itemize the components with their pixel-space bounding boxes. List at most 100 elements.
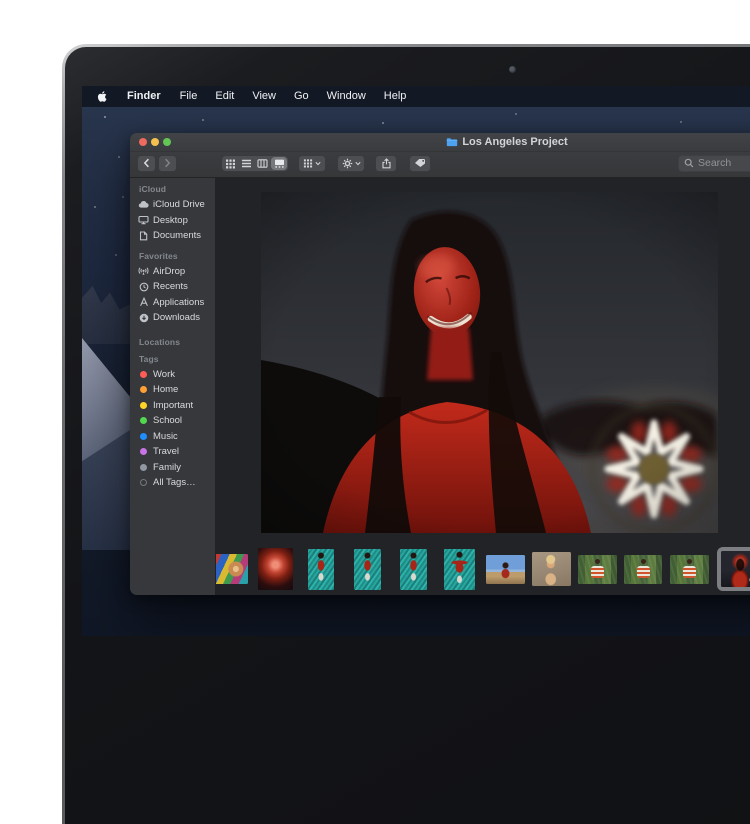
list-view-button[interactable]: [238, 157, 254, 170]
zoom-button[interactable]: [163, 138, 171, 146]
gallery-preview-photo[interactable]: [261, 192, 718, 533]
thumbnail-plants[interactable]: [578, 555, 617, 584]
tag-label: Work: [153, 369, 175, 380]
gallery-view-button[interactable]: [271, 157, 287, 170]
menu-item-help[interactable]: Help: [375, 86, 416, 107]
column-view-button[interactable]: [254, 157, 270, 170]
thumbnail-desert[interactable]: [486, 555, 525, 584]
gallery-view: [216, 178, 750, 595]
tags-button[interactable]: [409, 155, 431, 172]
back-button[interactable]: [137, 155, 156, 172]
sidebar-item-documents[interactable]: Documents: [138, 228, 215, 244]
tag-dot-orange: [140, 386, 147, 393]
tag-label: School: [153, 415, 182, 426]
sidebar-tag-family[interactable]: Family: [138, 460, 215, 476]
view-switcher: [221, 155, 289, 172]
share-button[interactable]: [375, 155, 397, 172]
window-title-group: Los Angeles Project: [446, 136, 567, 148]
sidebar-item-label: Downloads: [153, 312, 200, 323]
sidebar-item-label: Applications: [153, 297, 204, 308]
tag-label: Music: [153, 431, 178, 442]
tag-dot-purple: [140, 448, 147, 455]
thumbnail-slot: [349, 549, 385, 590]
thumbnail-night-red-selected[interactable]: [721, 551, 750, 587]
sidebar-item-downloads[interactable]: Downloads: [138, 310, 215, 326]
thumbnail-slot: [533, 552, 569, 586]
search-field[interactable]: Search: [678, 155, 750, 172]
sidebar-section-locations: Locations: [139, 337, 215, 347]
recents-icon: [138, 282, 149, 292]
sidebar-item-label: iCloud Drive: [153, 199, 205, 210]
menu-item-go[interactable]: Go: [285, 86, 318, 107]
sidebar-item-applications[interactable]: Applications: [138, 295, 215, 311]
tag-label: Home: [153, 384, 178, 395]
screen: Finder File Edit View Go Window Help: [82, 86, 750, 636]
sidebar-item-label: AirDrop: [153, 266, 185, 277]
icloud-drive-icon: [138, 200, 149, 209]
folder-icon: [446, 137, 458, 147]
thumbnail-slot: [441, 549, 477, 590]
thumbnail-slot: [671, 555, 707, 584]
tag-label: Family: [153, 462, 181, 473]
traffic-lights: [139, 138, 171, 146]
menu-item-file[interactable]: File: [171, 86, 207, 107]
tag-dot-gray: [140, 464, 147, 471]
chevron-down-icon: [355, 161, 361, 166]
chevron-down-icon: [315, 161, 321, 166]
menu-item-edit[interactable]: Edit: [206, 86, 243, 107]
sidebar-item-label: Recents: [153, 281, 188, 292]
action-gear-button[interactable]: [337, 155, 365, 172]
thumbnail-wall-portrait[interactable]: [532, 552, 571, 586]
group-by-button[interactable]: [298, 155, 326, 172]
thumbnail-pool-wide[interactable]: [444, 549, 475, 590]
desktop-icon: [138, 215, 149, 225]
minimize-button[interactable]: [151, 138, 159, 146]
thumbnail-pool[interactable]: [400, 549, 427, 590]
share-icon: [381, 158, 392, 169]
thumbnail-plants[interactable]: [670, 555, 709, 584]
icon-view-button[interactable]: [222, 157, 238, 170]
search-placeholder: Search: [698, 157, 731, 169]
menu-item-view[interactable]: View: [243, 86, 285, 107]
sidebar-section-tags: Tags: [139, 354, 215, 364]
tag-label: Important: [153, 400, 193, 411]
sidebar-item-label: Desktop: [153, 215, 188, 226]
toolbar: Search: [130, 152, 750, 178]
sidebar-tag-all-tags[interactable]: All Tags…: [138, 475, 215, 491]
documents-icon: [138, 231, 149, 241]
thumbnail-slot: [395, 549, 431, 590]
sidebar-item-icloud-drive[interactable]: iCloud Drive: [138, 197, 215, 213]
sidebar-item-desktop[interactable]: Desktop: [138, 213, 215, 229]
tag-label: All Tags…: [153, 477, 196, 488]
thumbnail-plants[interactable]: [624, 555, 662, 584]
applications-icon: [138, 297, 149, 307]
sidebar-item-label: Documents: [153, 230, 201, 241]
menu-item-finder[interactable]: Finder: [117, 86, 171, 107]
thumbnail-red-portrait[interactable]: [258, 548, 293, 590]
sidebar-tag-travel[interactable]: Travel: [138, 444, 215, 460]
airdrop-icon: [138, 266, 149, 276]
close-button[interactable]: [139, 138, 147, 146]
window-title: Los Angeles Project: [462, 136, 567, 148]
tag-label: Travel: [153, 446, 179, 457]
sidebar-section-favorites: Favorites: [139, 251, 215, 261]
thumbnail-mural[interactable]: [216, 554, 248, 584]
sidebar-tag-music[interactable]: Music: [138, 429, 215, 445]
sidebar-tag-work[interactable]: Work: [138, 367, 215, 383]
menu-item-window[interactable]: Window: [318, 86, 375, 107]
sidebar-item-recents[interactable]: Recents: [138, 279, 215, 295]
window-titlebar[interactable]: Los Angeles Project: [130, 133, 750, 152]
sidebar-tag-important[interactable]: Important: [138, 398, 215, 414]
forward-button[interactable]: [158, 155, 177, 172]
thumbnail-slot: [625, 555, 661, 584]
thumbnail-pool[interactable]: [308, 549, 334, 590]
thumbnail-pool[interactable]: [354, 549, 381, 590]
tag-dot-yellow: [140, 402, 147, 409]
sidebar-tag-school[interactable]: School: [138, 413, 215, 429]
sidebar-item-airdrop[interactable]: AirDrop: [138, 264, 215, 280]
menu-bar: Finder File Edit View Go Window Help: [82, 86, 750, 107]
sidebar-tag-home[interactable]: Home: [138, 382, 215, 398]
sidebar-section-icloud: iCloud: [139, 184, 215, 194]
thumbnail-slot: [303, 549, 339, 590]
apple-logo-icon[interactable]: [94, 90, 117, 103]
